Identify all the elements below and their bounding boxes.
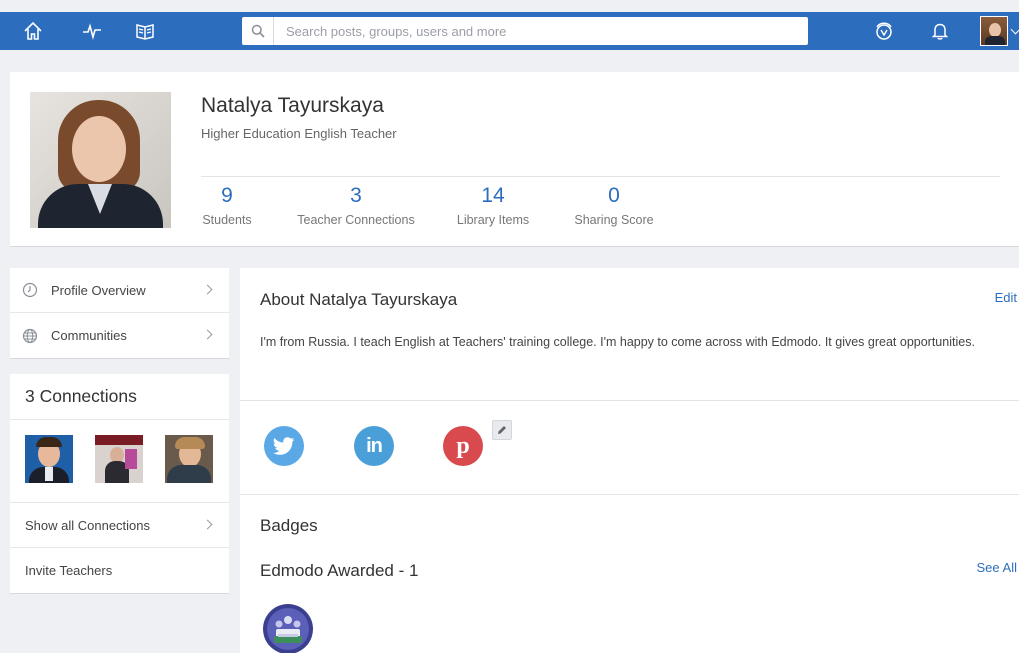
- edit-social-button[interactable]: [492, 420, 512, 440]
- connections-card: 3 Connections Show all Connections Invit…: [10, 374, 229, 594]
- chevron-down-icon[interactable]: [1010, 24, 1019, 35]
- divider: [201, 176, 1000, 177]
- stat-teacher-connections[interactable]: 3 Teacher Connections: [291, 184, 421, 227]
- profile-photo[interactable]: [30, 92, 171, 228]
- chevron-right-icon: [202, 519, 213, 530]
- chevron-right-icon: [202, 284, 213, 295]
- connection-avatar[interactable]: [165, 435, 213, 483]
- connections-title: 3 Connections: [10, 374, 229, 420]
- twitter-icon[interactable]: [264, 426, 304, 466]
- divider: [240, 494, 1019, 495]
- globe-icon: [22, 328, 38, 344]
- main-content-card: About Natalya Tayurskaya Edit I'm from R…: [240, 268, 1019, 653]
- linkedin-icon[interactable]: in: [354, 426, 394, 466]
- edit-link[interactable]: Edit: [995, 290, 1017, 305]
- search-icon[interactable]: [242, 17, 274, 45]
- invite-teachers-label: Invite Teachers: [25, 563, 113, 578]
- stat-sharing-score[interactable]: 0 Sharing Score: [570, 184, 658, 227]
- stat-students[interactable]: 9 Students: [201, 184, 253, 227]
- pinterest-icon[interactable]: p: [443, 426, 483, 466]
- stat-value: 14: [481, 184, 505, 207]
- badges-title: Badges: [260, 516, 318, 535]
- awarded-title: Edmodo Awarded - 1: [260, 561, 419, 580]
- stat-label: Sharing Score: [574, 213, 654, 227]
- chevron-right-icon: [202, 329, 213, 340]
- connection-avatars: [10, 420, 229, 503]
- stat-label: Library Items: [456, 213, 530, 227]
- invite-teachers-link[interactable]: Invite Teachers: [10, 548, 229, 593]
- sidebar-item-label: Communities: [51, 328, 127, 343]
- clock-icon: [22, 282, 38, 298]
- show-all-connections-link[interactable]: Show all Connections: [10, 503, 229, 548]
- see-all-link[interactable]: See All: [977, 560, 1017, 575]
- stat-value: 0: [608, 184, 620, 207]
- sidebar-item-label: Profile Overview: [51, 282, 146, 298]
- sidebar-nav-card: Profile Overview Communities: [10, 268, 229, 359]
- divider: [240, 400, 1019, 401]
- top-navigation-bar: [0, 12, 1019, 50]
- stat-value: 9: [221, 184, 233, 207]
- about-text: I'm from Russia. I teach English at Teac…: [260, 335, 975, 349]
- community-badge-icon[interactable]: [262, 603, 314, 653]
- search-input[interactable]: [274, 18, 808, 44]
- bell-icon[interactable]: [927, 18, 953, 44]
- activity-icon[interactable]: [79, 18, 105, 44]
- sidebar-item-profile-overview[interactable]: Profile Overview: [10, 268, 229, 313]
- library-book-icon[interactable]: [132, 18, 158, 44]
- user-avatar[interactable]: [980, 16, 1008, 46]
- connection-avatar[interactable]: [25, 435, 73, 483]
- sidebar-item-communities[interactable]: Communities: [10, 313, 229, 358]
- backpack-icon[interactable]: [871, 18, 897, 44]
- profile-name: Natalya Tayurskaya: [201, 94, 384, 117]
- home-icon[interactable]: [20, 18, 46, 44]
- stat-library-items[interactable]: 14 Library Items: [453, 184, 533, 227]
- profile-title: Higher Education English Teacher: [201, 126, 397, 141]
- profile-header-card: Natalya Tayurskaya Higher Education Engl…: [10, 72, 1019, 247]
- stat-label: Students: [202, 213, 252, 227]
- about-title: About Natalya Tayurskaya: [260, 290, 458, 309]
- stat-label: Teacher Connections: [297, 213, 415, 227]
- search-bar: [242, 17, 808, 45]
- show-all-connections-label: Show all Connections: [25, 517, 151, 533]
- stat-value: 3: [350, 184, 362, 207]
- connection-avatar[interactable]: [95, 435, 143, 483]
